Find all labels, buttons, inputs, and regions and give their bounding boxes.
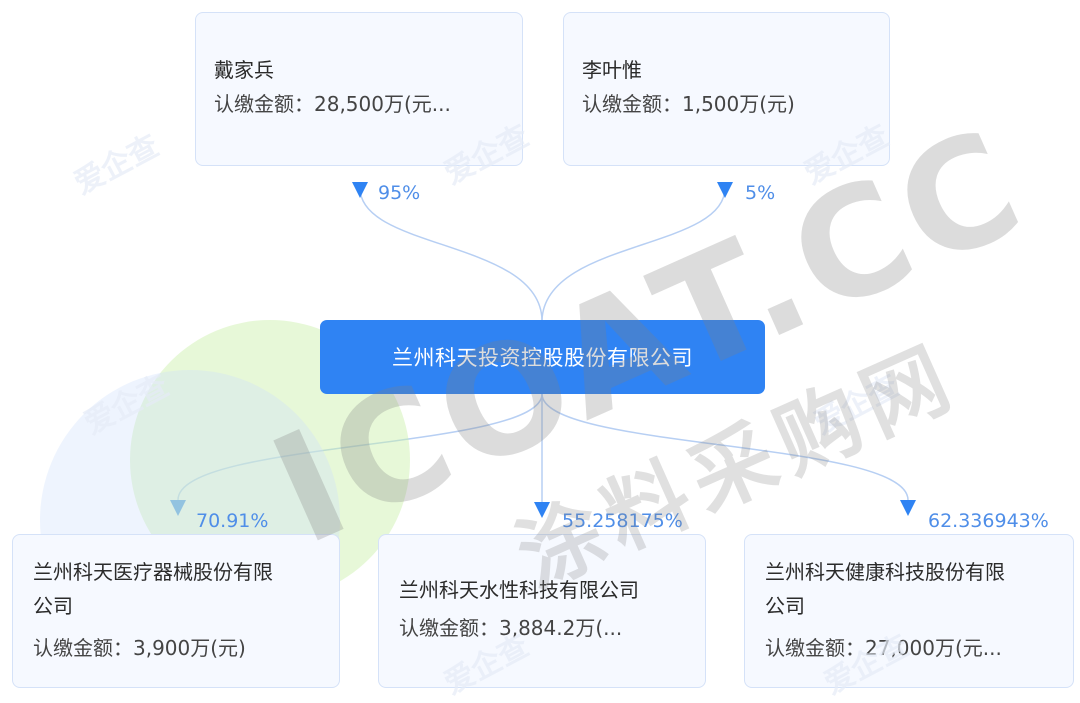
- subsidiary-amount: 认缴金额：3,884.2万(...: [399, 616, 623, 640]
- connector-shareholder-2: [541, 187, 726, 321]
- shareholder-amount: 认缴金额：28,500万(元...: [214, 92, 451, 116]
- subsidiary-percent: 55.258175%: [562, 510, 683, 532]
- arrow-down-icon: [900, 500, 916, 516]
- subsidiary-amount: 认缴金额：27,000万(元...: [765, 636, 1002, 660]
- shareholder-name: 戴家兵: [214, 58, 274, 82]
- subsidiary-name-line1: 兰州科天医疗器械股份有限: [33, 560, 273, 584]
- subsidiary-name-line2: 公司: [33, 594, 73, 618]
- arrow-down-icon: [352, 182, 368, 198]
- shareholder-name: 李叶惟: [582, 58, 642, 82]
- subsidiary-amount: 认缴金额：3,900万(元): [33, 636, 246, 660]
- center-company-node[interactable]: 兰州科天投资控股股份有限公司: [320, 320, 765, 394]
- arrow-down-icon: [717, 182, 733, 198]
- shareholder-node-1[interactable]: 戴家兵 认缴金额：28,500万(元...: [195, 12, 523, 166]
- shareholder-amount: 认缴金额：1,500万(元): [582, 92, 795, 116]
- subsidiary-node-3[interactable]: 兰州科天健康科技股份有限 公司 认缴金额：27,000万(元...: [744, 534, 1074, 688]
- arrow-down-icon: [534, 502, 550, 518]
- shareholder-percent: 95%: [378, 182, 421, 204]
- connector-shareholder-1: [359, 187, 543, 321]
- subsidiary-name-line1: 兰州科天健康科技股份有限: [765, 560, 1005, 584]
- subsidiary-node-1[interactable]: 兰州科天医疗器械股份有限 公司 认缴金额：3,900万(元): [12, 534, 340, 688]
- subsidiary-name-line1: 兰州科天水性科技有限公司: [399, 578, 639, 602]
- subsidiary-node-2[interactable]: 兰州科天水性科技有限公司 认缴金额：3,884.2万(...: [378, 534, 706, 688]
- subsidiary-percent: 62.336943%: [928, 510, 1049, 532]
- subsidiary-name-line2: 公司: [765, 594, 805, 618]
- shareholder-node-2[interactable]: 李叶惟 认缴金额：1,500万(元): [563, 12, 890, 166]
- subsidiary-percent: 70.91%: [196, 510, 269, 532]
- center-company-name: 兰州科天投资控股股份有限公司: [392, 346, 693, 370]
- shareholder-percent: 5%: [745, 182, 776, 204]
- connector-subsidiary-3: [541, 393, 909, 501]
